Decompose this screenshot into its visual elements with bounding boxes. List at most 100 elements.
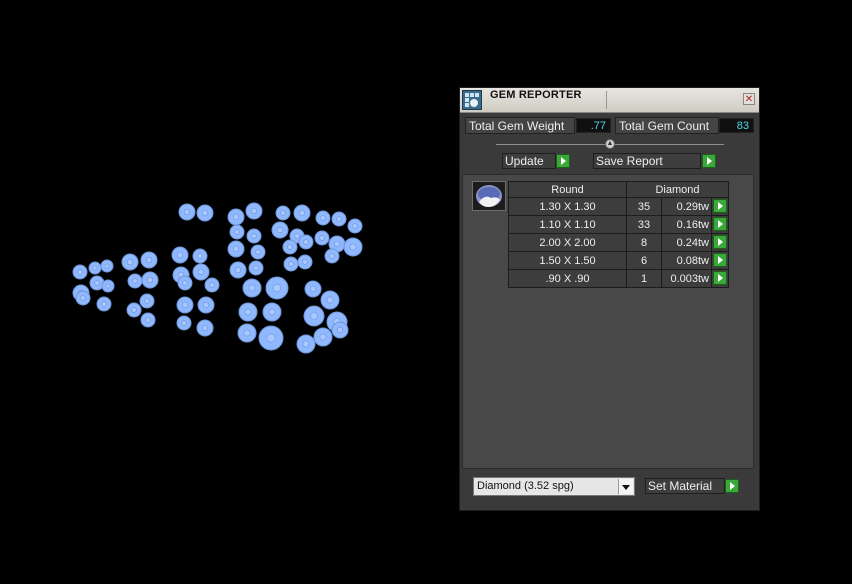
save-report-button[interactable]: Save Report [593, 153, 701, 169]
gem-table-facet [280, 210, 286, 216]
gem-table-facet [201, 209, 209, 217]
gem-table-facet [302, 259, 308, 265]
row-action-cell [711, 251, 729, 270]
gem-table-facet [92, 265, 98, 271]
set-material-play-arrow-icon[interactable] [725, 479, 739, 493]
gem-table-facet [94, 280, 100, 286]
gem-table-facet [234, 266, 242, 274]
material-select-value: Diamond (3.52 spg) [477, 480, 574, 492]
total-gem-count-value: 83 [719, 118, 754, 133]
gem-table-area: Round Diamond 1.30 X 1.30 35 0.29tw 1.10… [462, 174, 754, 469]
gem-weight: 0.24tw [661, 233, 712, 252]
gem-table-facet [319, 333, 327, 341]
gem-count: 33 [626, 215, 662, 234]
material-select[interactable]: Diamond (3.52 spg) [473, 477, 635, 496]
gem-table-facet [202, 301, 210, 309]
gem-table-facet [131, 307, 137, 313]
set-material-button[interactable]: Set Material [645, 478, 725, 494]
gem-table-facet [80, 295, 86, 301]
gem-table-facet [287, 244, 293, 250]
play-arrow-icon[interactable] [713, 199, 727, 213]
gem-table-facet [276, 226, 284, 234]
play-arrow-icon[interactable] [713, 217, 727, 231]
gem-count: 1 [626, 269, 662, 288]
gem-table-facet [326, 296, 334, 304]
gem-table-facet [250, 207, 258, 215]
gem-table-facet [101, 301, 107, 307]
gem-table-facet [310, 312, 318, 320]
gem-table-facet [352, 223, 358, 229]
save-report-play-arrow-icon[interactable] [702, 154, 716, 168]
gem-table-facet [145, 317, 151, 323]
table-row: 1.50 X 1.50 6 0.08tw [508, 251, 729, 270]
gem-size: .90 X .90 [508, 269, 627, 288]
gem-table-facet [244, 308, 252, 316]
play-arrow-icon[interactable] [713, 253, 727, 267]
gem-table-facet [132, 278, 138, 284]
gem-table-facet [182, 280, 188, 286]
total-gem-count-label: Total Gem Count [615, 117, 719, 134]
gem-table-facet [303, 239, 309, 245]
gem-table-facet [126, 258, 134, 266]
gem-weight: 0.16tw [661, 215, 712, 234]
gem-table-facet [329, 253, 335, 259]
update-button[interactable]: Update [502, 153, 556, 169]
play-arrow-icon[interactable] [713, 271, 727, 285]
gem-table-facet [183, 208, 191, 216]
gem-table-facet [309, 285, 317, 293]
viewport-3d[interactable] [0, 0, 450, 584]
gem-table-facet [146, 276, 154, 284]
gem-weight: 0.08tw [661, 251, 712, 270]
gem-table-facet [181, 301, 189, 309]
table-row: .90 X .90 1 0.003tw [508, 269, 729, 288]
gem-table-facet [105, 283, 111, 289]
gem-table-facet [201, 324, 209, 332]
row-action-cell [711, 197, 729, 216]
gem-weight: 0.29tw [661, 197, 712, 216]
play-arrow-icon[interactable] [713, 235, 727, 249]
gem-table-facet [77, 269, 83, 275]
update-play-arrow-icon[interactable] [556, 154, 570, 168]
row-action-cell [711, 215, 729, 234]
title-separator [606, 91, 607, 109]
gem-weight: 0.003tw [661, 269, 712, 288]
gem-table-facet [349, 243, 357, 251]
gem-table-facet [209, 282, 215, 288]
gem-size: 1.50 X 1.50 [508, 251, 627, 270]
gem-table-facet [272, 283, 282, 293]
gem-table-facet [234, 229, 240, 235]
gem-table: Round Diamond 1.30 X 1.30 35 0.29tw 1.10… [508, 181, 729, 288]
gem-table-facet [266, 333, 276, 343]
gem-table-facet [104, 263, 110, 269]
gem-table-facet [144, 298, 150, 304]
gem-table-facet [232, 213, 240, 221]
gem-table-facet [197, 268, 205, 276]
gem-reporter-icon [462, 90, 482, 110]
column-header-round: Round [508, 181, 627, 198]
gem-table-facet [294, 233, 300, 239]
gem-count: 35 [626, 197, 662, 216]
table-row: 1.30 X 1.30 35 0.29tw [508, 197, 729, 216]
close-icon[interactable]: ✕ [743, 93, 755, 105]
row-action-cell [711, 233, 729, 252]
gem-table-facet [320, 215, 326, 221]
chevron-down-icon[interactable] [618, 479, 633, 494]
slider-thumb[interactable]: ▲ [605, 139, 615, 149]
title-bar[interactable]: GEM REPORTER ✕ [460, 88, 759, 113]
gem-table-facet [302, 340, 310, 348]
table-row: 1.10 X 1.10 33 0.16tw [508, 215, 729, 234]
gem-size: 2.00 X 2.00 [508, 233, 627, 252]
panel-title: GEM REPORTER [490, 89, 582, 101]
gem-table-facet [232, 245, 240, 253]
gem-count: 6 [626, 251, 662, 270]
gem-table-facet [145, 256, 153, 264]
gem-size: 1.10 X 1.10 [508, 215, 627, 234]
gem-table-facet [288, 261, 294, 267]
gem-count: 8 [626, 233, 662, 252]
round-gem-icon[interactable] [472, 181, 506, 211]
gem-table-facet [251, 233, 257, 239]
gem-table-facet [197, 253, 203, 259]
table-row: 2.00 X 2.00 8 0.24tw [508, 233, 729, 252]
total-gem-weight-label: Total Gem Weight [465, 117, 575, 134]
gem-table-facet [253, 265, 259, 271]
